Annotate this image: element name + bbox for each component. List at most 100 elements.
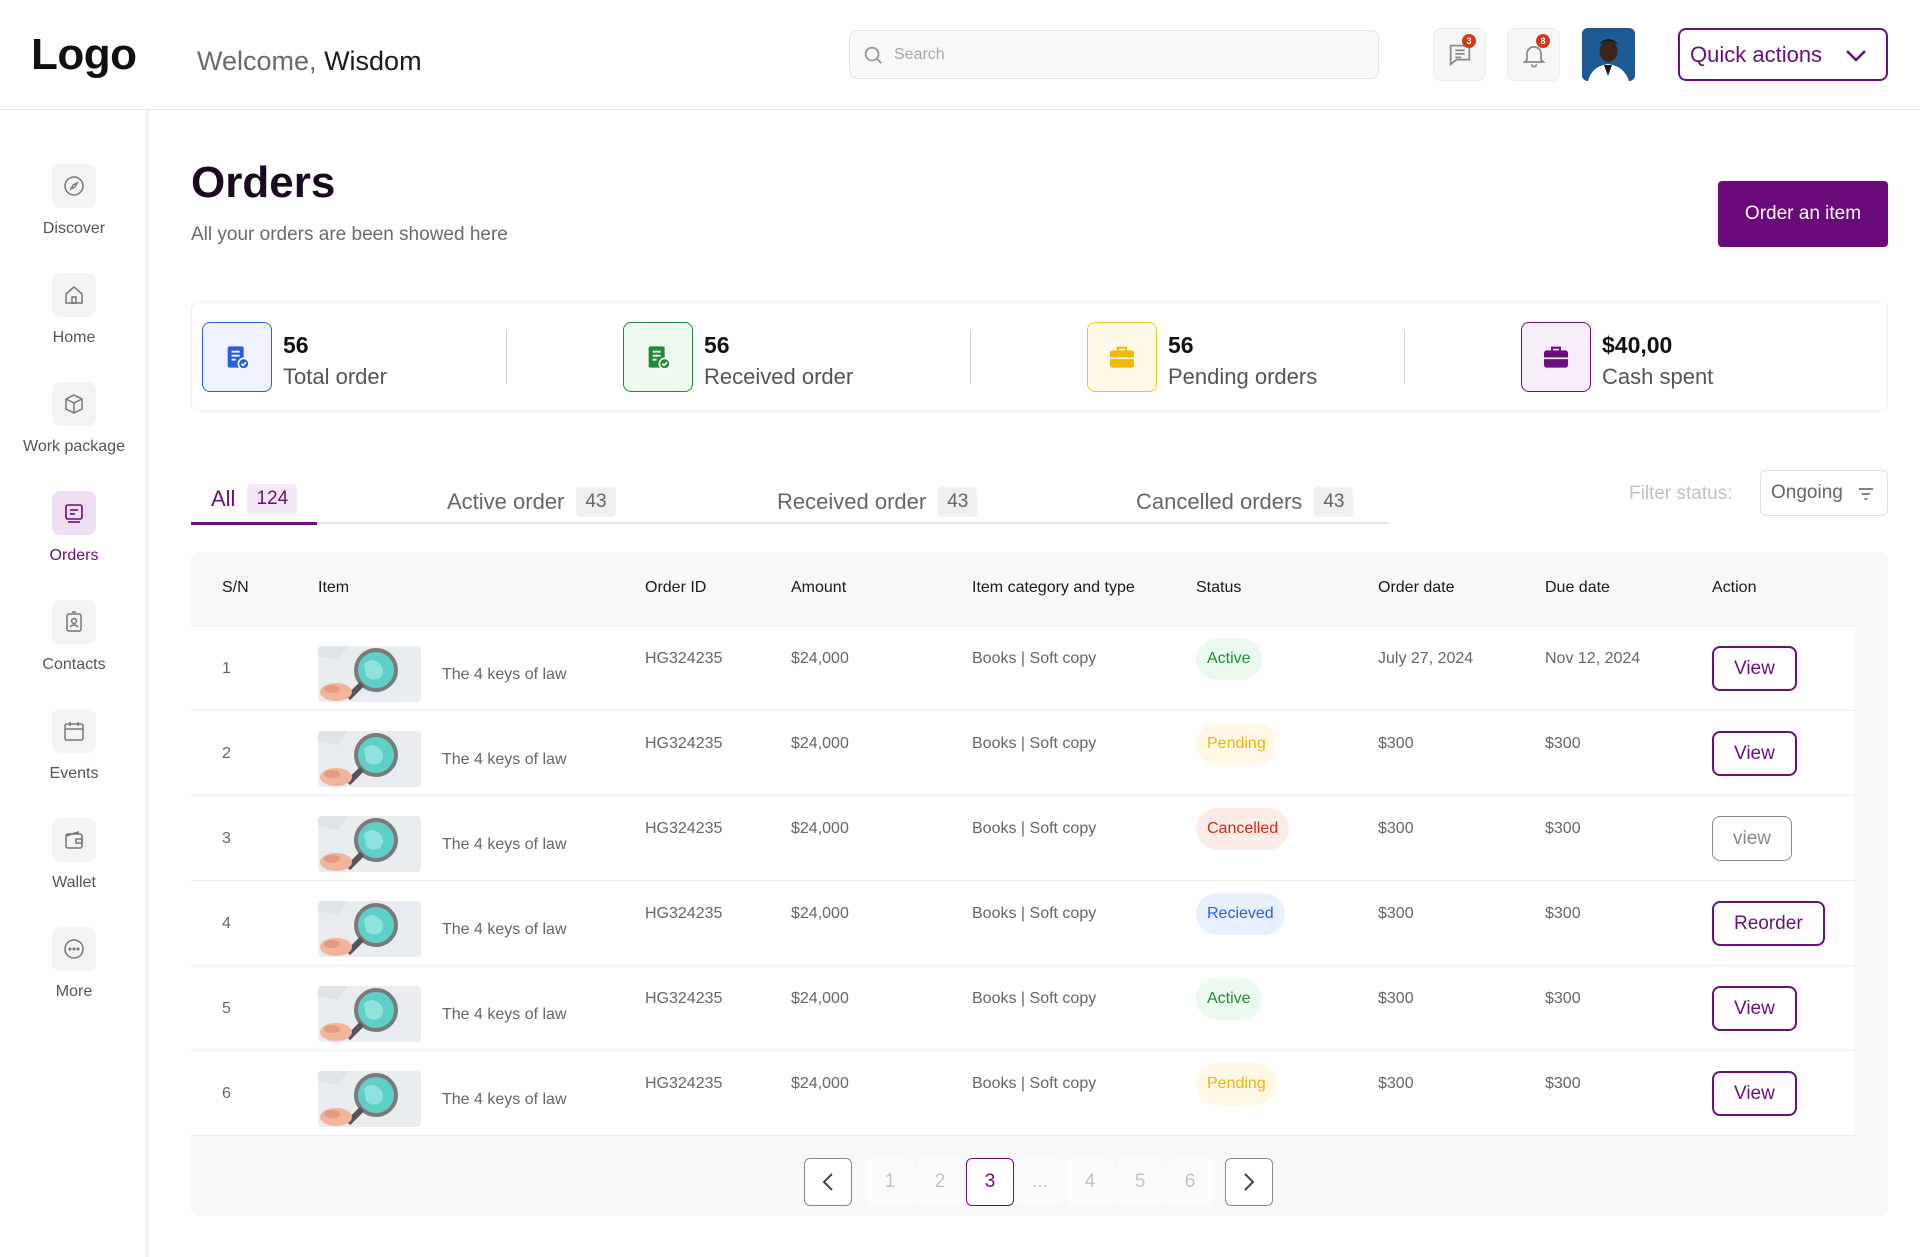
sidebar-item-wallet[interactable]: Wallet	[0, 818, 148, 892]
order-list-icon	[202, 322, 272, 392]
row-action-button[interactable]: View	[1712, 1071, 1797, 1116]
avatar[interactable]	[1582, 28, 1635, 81]
sidebar-item-label: Work package	[23, 438, 125, 455]
sidebar-item-events[interactable]: Events	[0, 709, 148, 783]
order-amount: $24,000	[791, 1075, 849, 1092]
row-action-button[interactable]: View	[1712, 986, 1797, 1031]
sidebar-item-label: More	[55, 983, 93, 1000]
column-header: Status	[1196, 579, 1242, 596]
search-input[interactable]	[894, 45, 1354, 64]
table-row: 3 The 4 keys of law HG324235 $24,000 Books |…	[191, 796, 1855, 881]
tab-cancelled-orders[interactable]: Cancelled orders 43	[1136, 480, 1354, 524]
orders-table: S/N Item Order ID Amount Item category a…	[191, 552, 1888, 1216]
status-badge: Pending	[1196, 1063, 1277, 1105]
column-header: Amount	[791, 579, 847, 596]
page-number-button[interactable]: 3	[966, 1158, 1014, 1206]
column-header: Item	[318, 579, 350, 596]
item-category: Books | Soft copy	[972, 905, 1097, 922]
order-item-button[interactable]: Order an item	[1718, 181, 1888, 247]
column-header: Due date	[1545, 579, 1610, 596]
column-header: Order date	[1378, 579, 1455, 596]
previous-page-button[interactable]	[804, 1158, 852, 1206]
page-number-button[interactable]: 1	[866, 1158, 914, 1206]
filter-status-select[interactable]: Ongoing	[1760, 470, 1888, 516]
messages-badge: 3	[1462, 34, 1476, 48]
row-serial-number: 4	[222, 915, 231, 932]
received-order-icon	[623, 322, 693, 392]
sidebar-item-more[interactable]: More	[0, 927, 148, 1001]
sidebar-item-label: Events	[49, 765, 99, 782]
sidebar-item-contacts[interactable]: Contacts	[0, 600, 148, 674]
column-header: S/N	[222, 579, 249, 596]
sidebar-item-work-package[interactable]: Work package	[0, 382, 148, 456]
row-action-button[interactable]: view	[1712, 816, 1793, 861]
next-page-button[interactable]	[1225, 1158, 1273, 1206]
messages-button[interactable]: 3	[1433, 28, 1486, 81]
user-name: Wisdom	[324, 46, 422, 76]
briefcase-icon	[1087, 322, 1157, 392]
row-serial-number: 5	[222, 1000, 231, 1017]
tab-received-order[interactable]: Received order 43	[777, 480, 978, 524]
due-date: $300	[1545, 735, 1581, 752]
order-amount: $24,000	[791, 735, 849, 752]
order-id: HG324235	[645, 650, 723, 667]
stat-divider	[970, 330, 971, 384]
page-number-button[interactable]: 6	[1166, 1158, 1214, 1206]
row-serial-number: 2	[222, 745, 231, 762]
due-date: $300	[1545, 990, 1581, 1007]
item-name: The 4 keys of law	[442, 836, 567, 853]
order-date: $300	[1378, 735, 1414, 752]
row-serial-number: 1	[222, 660, 231, 677]
item-thumbnail	[318, 1071, 421, 1127]
tab-label: Cancelled orders	[1136, 489, 1303, 514]
package-icon	[52, 382, 96, 426]
stat-label: Received order	[704, 364, 854, 389]
item-name: The 4 keys of law	[442, 921, 567, 938]
item-category: Books | Soft copy	[972, 820, 1097, 837]
row-action-button[interactable]: View	[1712, 731, 1797, 776]
quick-actions-dropdown[interactable]: Quick actions	[1678, 28, 1888, 81]
item-name: The 4 keys of law	[442, 1006, 567, 1023]
compass-icon	[52, 164, 96, 208]
stat-divider	[1404, 330, 1405, 384]
order-id: HG324235	[645, 820, 723, 837]
order-amount: $24,000	[791, 820, 849, 837]
status-badge: Active	[1196, 638, 1262, 680]
sidebar-item-home[interactable]: Home	[0, 273, 148, 347]
filter-status-label: Filter status:	[1629, 483, 1733, 504]
item-category: Books | Soft copy	[972, 1075, 1097, 1092]
page-number-button[interactable]: 4	[1066, 1158, 1114, 1206]
more-icon	[52, 927, 96, 971]
tab-count: 43	[576, 487, 616, 517]
stat-divider	[506, 330, 507, 384]
table-row: 1 The 4 keys of law HG324235 $24,000 Books |…	[191, 626, 1855, 711]
stat-label: Pending orders	[1168, 364, 1318, 389]
tab-all[interactable]: All 124	[191, 475, 318, 525]
row-action-button[interactable]: View	[1712, 646, 1797, 691]
chevron-left-icon	[822, 1173, 833, 1191]
item-name: The 4 keys of law	[442, 1091, 567, 1108]
calendar-icon	[52, 709, 96, 753]
order-id: HG324235	[645, 990, 723, 1007]
notifications-badge: 8	[1536, 34, 1550, 48]
sidebar: Discover Home Work package Orders Contac…	[0, 110, 148, 1257]
search-bar[interactable]	[849, 30, 1379, 79]
page-number-button[interactable]: 2	[916, 1158, 964, 1206]
row-action-button[interactable]: Reorder	[1712, 901, 1825, 946]
chevron-down-icon	[1846, 50, 1866, 62]
tab-active-order[interactable]: Active order 43	[447, 480, 616, 524]
contact-card-icon	[52, 600, 96, 644]
item-category: Books | Soft copy	[972, 990, 1097, 1007]
tab-count: 43	[1314, 487, 1354, 517]
pagination-ellipsis: ...	[1016, 1158, 1064, 1206]
stat-label: Total order	[283, 364, 387, 389]
search-icon	[864, 46, 882, 64]
sidebar-item-orders[interactable]: Orders	[0, 491, 148, 565]
sidebar-item-discover[interactable]: Discover	[0, 164, 148, 238]
app-logo[interactable]: Logo	[31, 30, 137, 80]
wallet-icon	[52, 818, 96, 862]
notifications-button[interactable]: 8	[1507, 28, 1560, 81]
page-number-button[interactable]: 5	[1116, 1158, 1164, 1206]
filter-status-value: Ongoing	[1771, 482, 1843, 503]
order-amount: $24,000	[791, 650, 849, 667]
